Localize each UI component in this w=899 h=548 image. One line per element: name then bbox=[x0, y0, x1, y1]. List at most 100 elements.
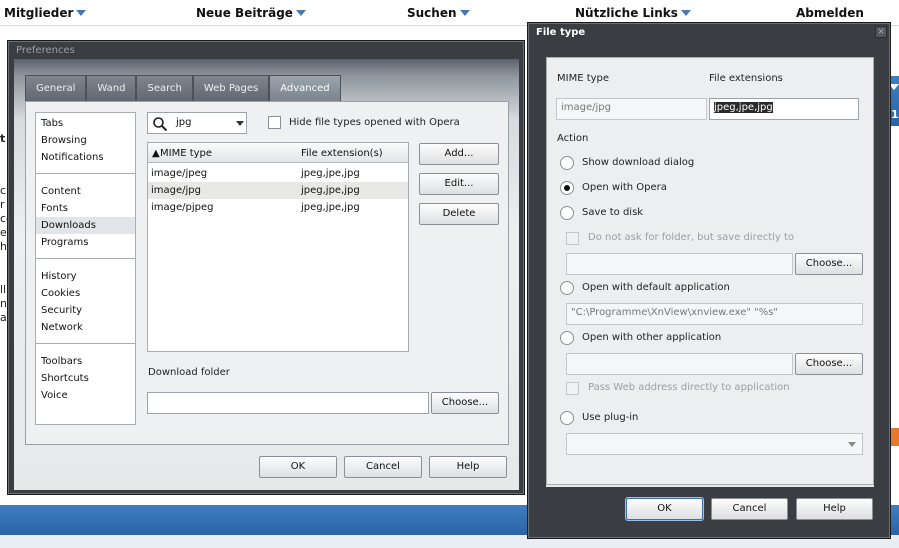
mime-type-label: MIME type bbox=[557, 73, 610, 84]
mime-type-table: ▲ MIME type File extension(s) image/jpeg… bbox=[147, 142, 409, 352]
nav-nuetzliche-links[interactable]: Nützliche Links bbox=[575, 6, 691, 20]
nav-label: Abmelden bbox=[796, 6, 864, 20]
nav-label: Neue Beiträge bbox=[196, 6, 293, 20]
forum-page-number: 1 bbox=[891, 108, 899, 121]
dropdown-caret-icon bbox=[76, 9, 87, 16]
preferences-cancel-button[interactable]: Cancel bbox=[344, 456, 422, 478]
download-folder-label: Download folder bbox=[148, 367, 230, 378]
category-cookies[interactable]: Cookies bbox=[36, 285, 135, 302]
open-with-opera-radio[interactable] bbox=[560, 181, 574, 195]
nav-label: Suchen bbox=[407, 6, 457, 20]
save-folder-choose-button[interactable]: Choose... bbox=[795, 253, 863, 275]
file-type-dialog: File type × MIME type File extensions im… bbox=[527, 22, 891, 539]
file-extensions-label: File extensions bbox=[709, 73, 783, 84]
nav-suchen[interactable]: Suchen bbox=[407, 6, 470, 20]
column-header-extensions[interactable]: File extension(s) bbox=[301, 148, 383, 159]
save-to-disk-radio[interactable] bbox=[560, 206, 574, 220]
no-ask-folder-checkbox bbox=[566, 232, 579, 245]
extension-cell: jpeg,jpe,jpg bbox=[301, 202, 360, 213]
other-app-choose-button[interactable]: Choose... bbox=[795, 353, 863, 375]
tab-wand[interactable]: Wand bbox=[86, 75, 137, 101]
nav-label: Mitglieder bbox=[4, 6, 74, 20]
file-type-help-button[interactable]: Help bbox=[796, 498, 873, 520]
category-fonts[interactable]: Fonts bbox=[36, 200, 135, 217]
open-with-opera-label: Open with Opera bbox=[582, 182, 667, 193]
preferences-help-button[interactable]: Help bbox=[429, 456, 507, 478]
plugin-select bbox=[566, 433, 863, 455]
forum-text-fragment: r bbox=[0, 198, 5, 211]
category-security[interactable]: Security bbox=[36, 302, 135, 319]
show-download-dialog-radio[interactable] bbox=[560, 156, 574, 170]
table-row[interactable]: image/jpg jpeg,jpe,jpg bbox=[148, 182, 408, 199]
mime-cell: image/jpeg bbox=[151, 168, 208, 179]
category-list: Tabs Browsing Notifications Content Font… bbox=[35, 112, 136, 425]
advanced-tab-panel: Tabs Browsing Notifications Content Font… bbox=[25, 101, 509, 445]
close-icon[interactable]: × bbox=[875, 26, 887, 38]
file-extensions-field[interactable]: jpeg,jpe,jpg bbox=[709, 98, 859, 120]
category-shortcuts[interactable]: Shortcuts bbox=[36, 370, 135, 387]
table-row[interactable]: image/jpeg jpeg,jpe,jpg bbox=[148, 165, 408, 182]
file-extensions-selected-text: jpeg,jpe,jpg bbox=[714, 102, 773, 113]
category-programs[interactable]: Programs bbox=[36, 234, 135, 251]
category-divider bbox=[36, 343, 135, 344]
category-network[interactable]: Network bbox=[36, 319, 135, 336]
category-content[interactable]: Content bbox=[36, 183, 135, 200]
forum-text-fragment: a bbox=[0, 311, 7, 324]
action-label: Action bbox=[557, 133, 589, 144]
open-other-app-radio[interactable] bbox=[560, 331, 574, 345]
delete-button[interactable]: Delete bbox=[419, 203, 499, 225]
forum-text-fragment: t bbox=[0, 132, 6, 145]
file-type-ok-button[interactable]: OK bbox=[626, 498, 703, 520]
open-other-app-label: Open with other application bbox=[582, 332, 722, 343]
save-folder-input bbox=[566, 253, 793, 275]
sort-ascending-icon: ▲ bbox=[152, 148, 160, 159]
table-row[interactable]: image/pjpeg jpeg,jpe,jpg bbox=[148, 199, 408, 216]
download-folder-choose-button[interactable]: Choose... bbox=[431, 392, 499, 414]
nav-neue-beitraege[interactable]: Neue Beiträge bbox=[196, 6, 306, 20]
mime-cell: image/pjpeg bbox=[151, 202, 214, 213]
use-plugin-label: Use plug-in bbox=[582, 412, 639, 423]
extension-cell: jpeg,jpe,jpg bbox=[301, 168, 360, 179]
category-history[interactable]: History bbox=[36, 268, 135, 285]
forum-text-fragment: ll bbox=[0, 283, 7, 296]
open-default-app-radio[interactable] bbox=[560, 281, 574, 295]
category-tabs[interactable]: Tabs bbox=[36, 115, 135, 132]
dropdown-caret-icon bbox=[459, 9, 470, 16]
mime-type-field: image/jpg bbox=[556, 98, 707, 120]
preferences-tabbar: General Wand Search Web Pages Advanced bbox=[25, 75, 341, 101]
download-folder-input[interactable] bbox=[147, 392, 429, 414]
extension-cell: jpeg,jpe,jpg bbox=[301, 185, 360, 196]
file-type-cancel-button[interactable]: Cancel bbox=[711, 498, 788, 520]
forum-button-fragment bbox=[890, 428, 899, 446]
pass-web-address-label: Pass Web address directly to application bbox=[588, 382, 790, 393]
file-type-title: File type bbox=[536, 27, 586, 38]
category-voice[interactable]: Voice bbox=[36, 387, 135, 404]
add-button[interactable]: Add... bbox=[419, 143, 499, 165]
tab-search[interactable]: Search bbox=[136, 75, 193, 101]
show-download-dialog-label: Show download dialog bbox=[582, 157, 695, 168]
column-header-mime[interactable]: MIME type bbox=[160, 148, 212, 159]
dropdown-caret-icon bbox=[680, 9, 691, 16]
tab-general[interactable]: General bbox=[25, 75, 87, 101]
other-app-input bbox=[566, 353, 793, 375]
no-ask-folder-label: Do not ask for folder, but save directly… bbox=[588, 232, 795, 243]
nav-abmelden[interactable]: Abmelden bbox=[796, 6, 864, 20]
category-notifications[interactable]: Notifications bbox=[36, 149, 135, 166]
tab-advanced[interactable]: Advanced bbox=[269, 75, 341, 101]
preferences-title: Preferences bbox=[16, 45, 75, 56]
category-toolbars[interactable]: Toolbars bbox=[36, 353, 135, 370]
pass-web-address-checkbox bbox=[566, 382, 579, 395]
use-plugin-radio[interactable] bbox=[560, 411, 574, 425]
tab-web-pages[interactable]: Web Pages bbox=[192, 75, 270, 101]
file-type-search-box[interactable]: jpg bbox=[147, 112, 247, 134]
hide-opera-types-checkbox[interactable] bbox=[268, 116, 281, 129]
chevron-down-icon bbox=[848, 442, 856, 447]
edit-button[interactable]: Edit... bbox=[419, 173, 499, 195]
nav-mitglieder[interactable]: Mitglieder bbox=[4, 6, 87, 20]
category-browsing[interactable]: Browsing bbox=[36, 132, 135, 149]
dropdown-arrow-icon[interactable] bbox=[236, 121, 244, 126]
preferences-ok-button[interactable]: OK bbox=[259, 456, 337, 478]
search-input-value: jpg bbox=[176, 117, 192, 128]
category-downloads[interactable]: Downloads bbox=[36, 217, 135, 234]
hide-opera-types-label: Hide file types opened with Opera bbox=[289, 117, 460, 128]
